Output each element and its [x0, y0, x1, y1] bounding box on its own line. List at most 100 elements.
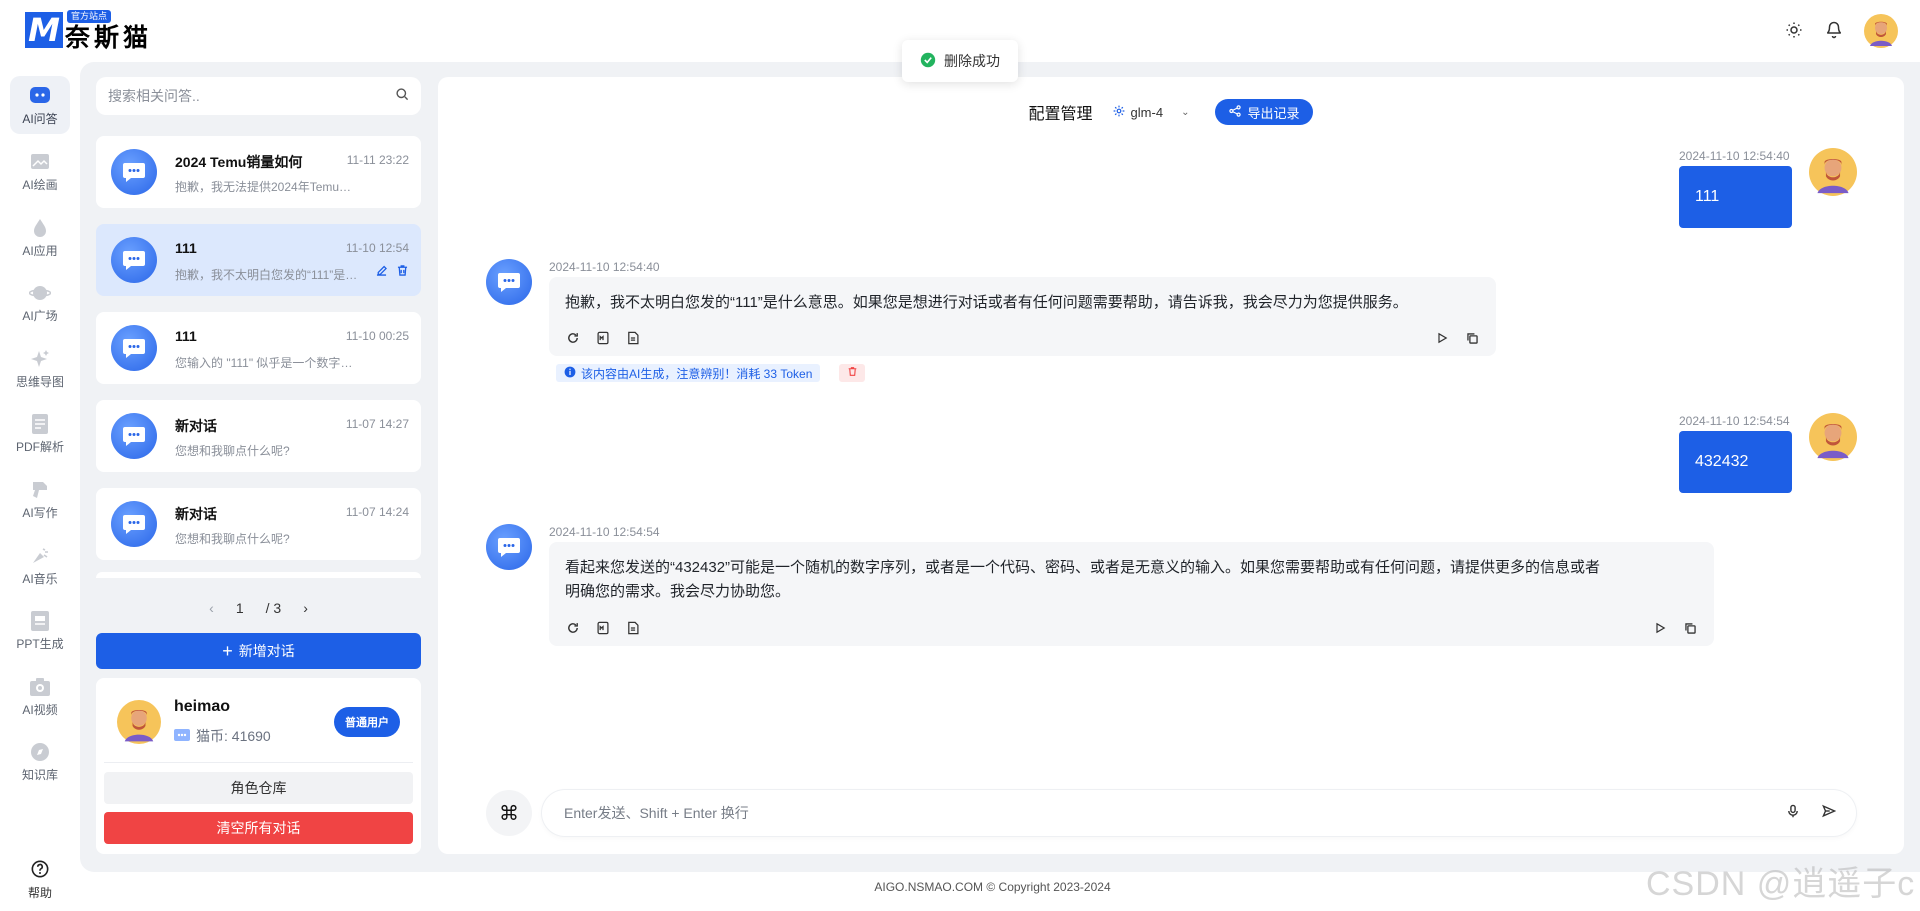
- bot-message-tools: [565, 330, 641, 346]
- compass-icon: [29, 741, 51, 763]
- message-input[interactable]: [564, 805, 1786, 821]
- microphone-icon[interactable]: [1786, 804, 1800, 823]
- search-input[interactable]: [108, 88, 395, 104]
- edit-icon[interactable]: [375, 264, 388, 282]
- play-icon[interactable]: [1434, 330, 1450, 346]
- document-icon: [29, 413, 51, 435]
- camera-icon: [29, 676, 51, 698]
- conversation-item[interactable]: 新对话 11-07 14:27 您想和我聊点什么呢?: [96, 400, 421, 472]
- theme-toggle-sun-icon[interactable]: [1780, 16, 1808, 44]
- coin-icon: [174, 728, 190, 744]
- markdown-icon[interactable]: [595, 330, 611, 346]
- current-page[interactable]: 1: [236, 600, 244, 616]
- clear-all-conversations-button[interactable]: 清空所有对话: [104, 812, 413, 844]
- regenerate-icon[interactable]: [565, 620, 581, 636]
- nav-item-knowledge-base[interactable]: 知识库: [10, 732, 70, 790]
- conversation-item[interactable]: 2024 Temu销量如何 11-11 23:22 抱歉，我无法提供2024年T…: [96, 136, 421, 208]
- conversation-time: 11-07 14:24: [345, 505, 409, 519]
- user-name: heimao: [174, 698, 231, 715]
- conversation-title: 2024 Temu销量如何: [175, 154, 303, 170]
- plus-icon: +: [222, 641, 233, 661]
- document-export-icon[interactable]: [625, 330, 641, 346]
- ai-generated-notice: 该内容由AI生成，注意辨别！消耗 33 Token: [556, 364, 821, 382]
- message-input-box: [542, 790, 1856, 836]
- conversation-search: [96, 77, 421, 115]
- conversation-time: 11-10 00:25: [345, 329, 409, 343]
- nav-item-ai-writing[interactable]: AI写作: [10, 470, 70, 528]
- nav-item-ai-music[interactable]: AI音乐: [10, 536, 70, 594]
- bot-chat-icon: [111, 325, 157, 371]
- new-chat-button[interactable]: + 新增对话: [96, 633, 421, 669]
- nav-item-ai-video[interactable]: AI视频: [10, 667, 70, 725]
- document-export-icon[interactable]: [625, 620, 641, 636]
- nav-label: AI音乐: [22, 571, 58, 586]
- command-button[interactable]: ⌘: [486, 790, 532, 836]
- bot-chat-icon: [111, 149, 157, 195]
- nav-item-ppt-generate[interactable]: PPT生成: [10, 601, 70, 659]
- left-nav: AI问答 AI绘画 AI应用 AI广场 思维导图 PDF解析 AI写作 AI音乐…: [0, 62, 80, 911]
- share-icon: [1229, 104, 1242, 120]
- prev-page-chevron-icon[interactable]: ‹: [209, 600, 214, 616]
- nav-item-mind-map[interactable]: 思维导图: [10, 339, 70, 397]
- conversation-preview: 您想和我聊点什么呢?: [175, 444, 290, 458]
- footer-copyright: AIGO.NSMAO.COM © Copyright 2023-2024: [874, 880, 1111, 894]
- conversation-item-partial: [96, 572, 421, 578]
- slides-icon: [29, 610, 51, 632]
- bot-avatar-chat-icon: [486, 524, 532, 570]
- divider: [104, 762, 413, 763]
- delete-message-button[interactable]: [839, 364, 865, 382]
- bot-message-tools: [565, 620, 641, 636]
- user-message-avatar: [1809, 413, 1857, 461]
- next-page-chevron-icon[interactable]: ›: [303, 600, 308, 616]
- delete-icon[interactable]: [396, 264, 409, 282]
- coins-value: 猫币: 41690: [196, 728, 271, 744]
- nav-item-ai-apps[interactable]: AI应用: [10, 208, 70, 266]
- user-avatar[interactable]: [1864, 14, 1898, 48]
- planet-icon: [29, 282, 51, 304]
- regenerate-icon[interactable]: [565, 330, 581, 346]
- bot-message-tools-right: [1652, 620, 1698, 636]
- user-message-time: 2024-11-10 12:54:40: [1679, 149, 1790, 163]
- bot-message-tools-right: [1434, 330, 1480, 346]
- copy-icon[interactable]: [1682, 620, 1698, 636]
- nav-label: 知识库: [21, 767, 58, 782]
- user-message-avatar: [1809, 148, 1857, 196]
- conversation-item[interactable]: 新对话 11-07 14:24 您想和我聊点什么呢?: [96, 488, 421, 560]
- success-check-icon: [920, 52, 936, 71]
- nav-item-ai-square[interactable]: AI广场: [10, 273, 70, 331]
- chat-icon: [29, 85, 51, 107]
- chat-toolbar: 配置管理 glm-4 ⌄ 导出记录: [438, 99, 1904, 125]
- export-records-button[interactable]: 导出记录: [1215, 99, 1314, 125]
- nav-item-pdf-parse[interactable]: PDF解析: [10, 404, 70, 462]
- conversation-item[interactable]: 111 11-10 00:25 您输入的 "111" 似乎是一个数字序列: [96, 312, 421, 384]
- model-select[interactable]: glm-4 ⌄: [1102, 99, 1200, 125]
- copy-icon[interactable]: [1464, 330, 1480, 346]
- success-toast: 删除成功: [902, 40, 1018, 82]
- markdown-icon[interactable]: [595, 620, 611, 636]
- send-icon[interactable]: [1822, 804, 1837, 823]
- chevron-down-icon: ⌄: [1181, 106, 1190, 118]
- conversation-time: 11-10 12:54: [345, 241, 409, 255]
- user-message-time: 2024-11-10 12:54:54: [1679, 414, 1790, 428]
- conversation-time: 11-11 23:22: [346, 153, 409, 167]
- conversation-title: 新对话: [175, 418, 217, 434]
- bot-message-time: 2024-11-10 12:54:54: [549, 525, 660, 539]
- nav-label: AI绘画: [22, 177, 58, 192]
- play-icon[interactable]: [1652, 620, 1668, 636]
- role-library-button[interactable]: 角色仓库: [104, 772, 413, 804]
- nav-label: AI应用: [22, 243, 58, 258]
- bot-message-line: 看起来您发送的“432432”可能是一个随机的数字序列，或者是一个代码、密码、或…: [565, 559, 1601, 576]
- notification-bell-icon[interactable]: [1820, 16, 1848, 44]
- bot-message-bubble: 看起来您发送的“432432”可能是一个随机的数字序列，或者是一个代码、密码、或…: [549, 542, 1714, 646]
- conversation-item-active[interactable]: 111 11-10 12:54 抱歉，我不太明白您发的“111”是什么意思: [96, 224, 421, 296]
- nav-item-ai-chat[interactable]: AI问答: [10, 76, 70, 134]
- site-logo[interactable]: M 官方站点 奈斯猫: [25, 10, 155, 52]
- nav-item-ai-drawing[interactable]: AI绘画: [10, 142, 70, 200]
- user-level-badge[interactable]: 普通用户: [334, 707, 400, 737]
- search-icon[interactable]: [395, 87, 409, 106]
- config-title[interactable]: 配置管理: [1029, 100, 1093, 124]
- music-icon: [29, 545, 51, 567]
- user-message-bubble: 432432: [1679, 431, 1792, 493]
- command-icon: ⌘: [499, 802, 519, 825]
- logo-name: 奈斯猫: [65, 24, 153, 52]
